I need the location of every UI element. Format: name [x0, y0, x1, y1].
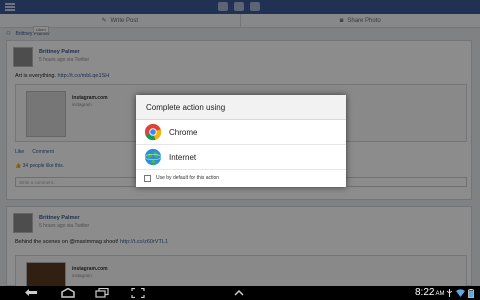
- status-icons: [446, 289, 474, 298]
- use-by-default-checkbox[interactable]: [144, 174, 151, 182]
- chrome-icon: [144, 123, 162, 141]
- chrome-option[interactable]: Chrome: [136, 120, 346, 145]
- screenshot-icon[interactable]: [130, 288, 146, 298]
- dialog-title: Complete action using: [136, 95, 346, 120]
- battery-icon: [468, 289, 474, 298]
- internet-option[interactable]: Internet: [136, 145, 346, 170]
- use-by-default-row[interactable]: Use by default for this action: [136, 170, 346, 186]
- usb-debug-icon: [446, 289, 453, 297]
- chevron-up-icon[interactable]: [232, 288, 246, 298]
- system-bar: 8:22AM: [0, 286, 480, 300]
- app-chooser-dialog: Complete action using Chrome Internet Us…: [136, 95, 346, 187]
- option-label: Internet: [169, 152, 197, 162]
- recent-apps-icon[interactable]: [94, 288, 110, 298]
- home-icon[interactable]: [60, 288, 76, 298]
- wifi-icon: [456, 289, 465, 297]
- option-label: Chrome: [169, 127, 198, 137]
- use-by-default-label: Use by default for this action: [156, 175, 220, 181]
- back-icon[interactable]: [24, 288, 40, 298]
- status-clock: 8:22AM: [415, 287, 445, 298]
- internet-browser-icon: [144, 148, 162, 166]
